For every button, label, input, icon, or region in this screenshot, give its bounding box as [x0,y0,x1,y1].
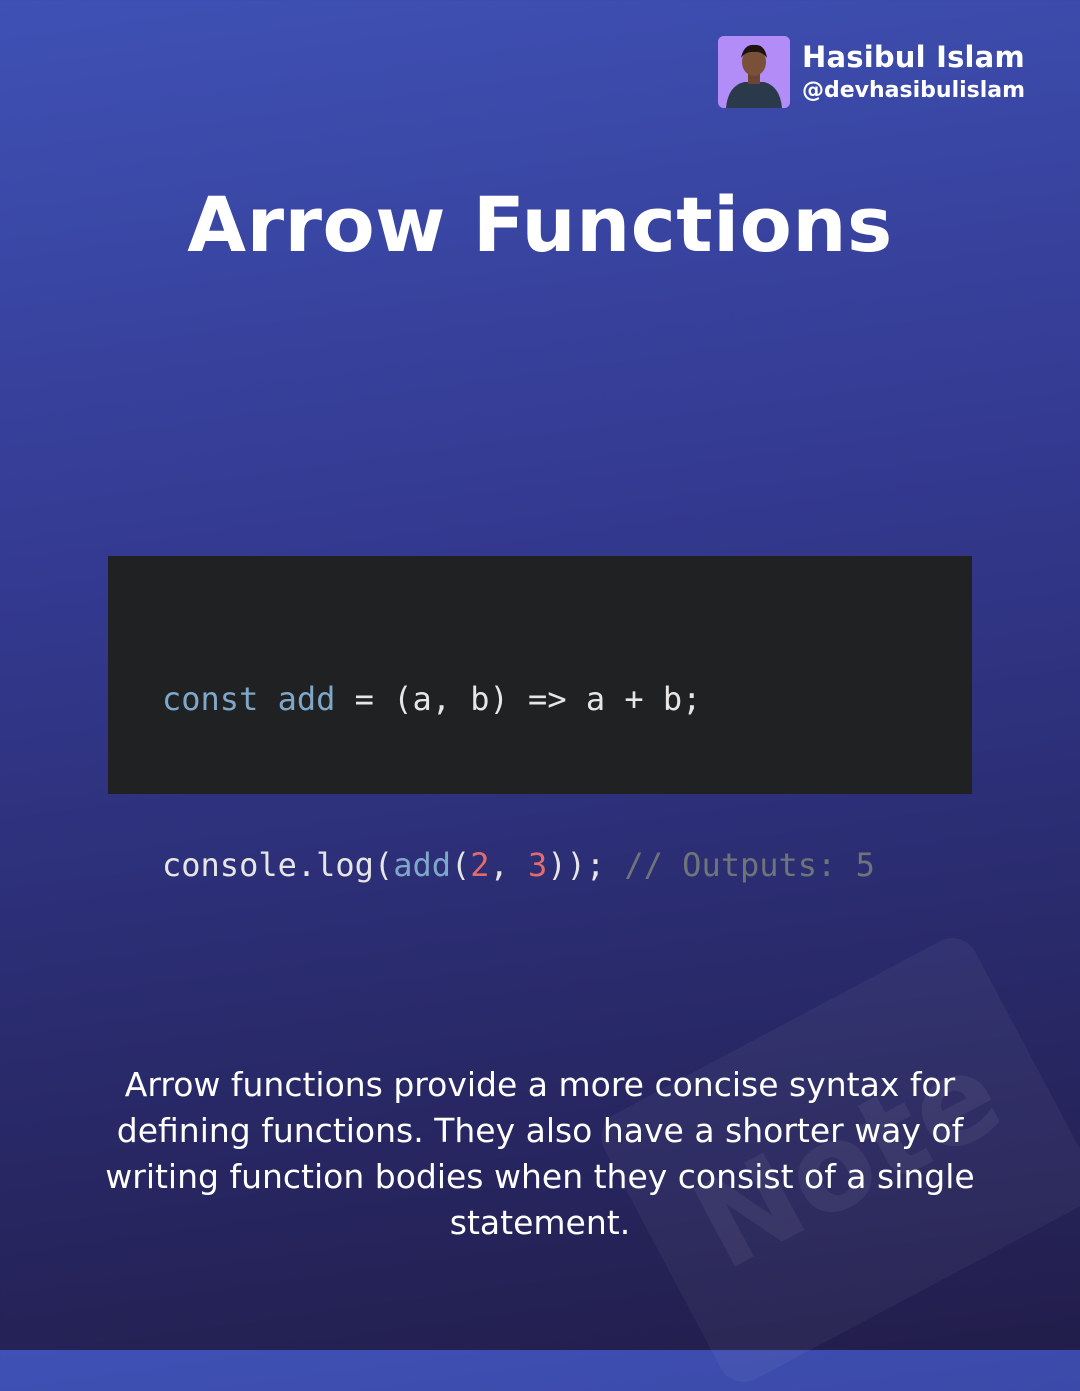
code-number-2: 3 [528,846,548,884]
code-keyword: const [162,680,259,718]
avatar [718,36,790,108]
author-handle: @devhasibulislam [802,78,1026,104]
code-function-name: add [393,846,451,884]
description-text: Arrow functions provide a more concise s… [105,1065,975,1242]
code-call-prefix: console.log( [162,846,394,884]
code-call-suffix: )); [547,846,625,884]
code-line-1: const add = (a, b) => a + b; [162,676,972,722]
code-separator: , [489,846,529,884]
page-title: Arrow Functions [187,180,893,269]
author-badge: Hasibul Islam @devhasibulislam [718,36,1025,108]
code-open-paren: ( [450,846,471,884]
code-expression: = (a, b) => a + b; [335,680,702,718]
code-comment: // Outputs: 5 [624,846,875,884]
avatar-portrait-icon [718,36,790,108]
code-number-1: 2 [470,846,490,884]
code-line-2: console.log(add(2, 3)); // Outputs: 5 [162,842,972,888]
code-identifier: add [277,680,336,718]
code-block: const add = (a, b) => a + b; console.log… [108,556,972,884]
author-name: Hasibul Islam [802,39,1025,74]
